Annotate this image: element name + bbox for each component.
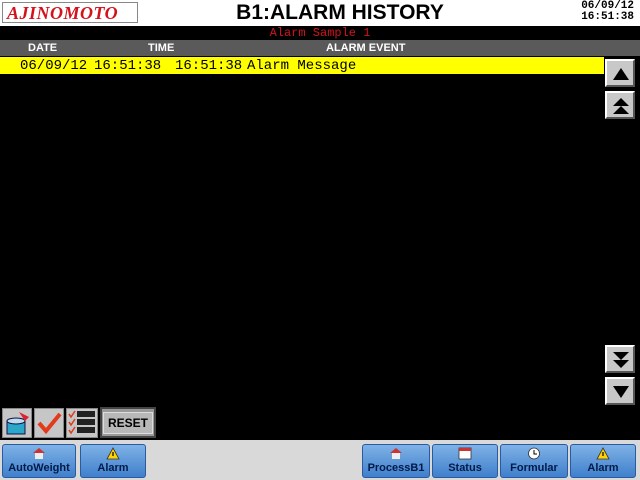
nav-label: Alarm: [587, 462, 619, 474]
arrow-up-icon: [613, 68, 629, 80]
clock-icon: [528, 447, 540, 460]
nav-label: Status: [448, 462, 482, 474]
alarm-time: 16:51:38: [94, 58, 162, 74]
column-header-time: TIME: [148, 42, 175, 54]
scroll-up-button[interactable]: [605, 59, 635, 87]
nav-label: Formular: [510, 462, 558, 474]
alarm-event-time: 16:51:38: [175, 58, 243, 74]
nav-autoweight-button[interactable]: AutoWeight: [2, 444, 76, 478]
column-header-event: ALARM EVENT: [326, 42, 406, 54]
nav-label: Alarm: [97, 462, 129, 474]
nav-status-button[interactable]: Status: [432, 444, 498, 478]
column-header-bar: DATE TIME ALARM EVENT: [0, 40, 640, 56]
calendar-icon: [458, 447, 472, 460]
acknowledge-all-button[interactable]: [66, 408, 98, 438]
alarm-date: 06/09/12: [20, 58, 88, 74]
alarm-group-title: Alarm Sample 1: [269, 26, 371, 40]
company-logo: AJINOMOTO: [2, 2, 138, 23]
header: AJINOMOTO B1:ALARM HISTORY 06/09/12 16:5…: [0, 0, 640, 26]
house-icon: [33, 448, 45, 459]
logo-text: AJINOMOTO: [7, 3, 119, 23]
nav-label: AutoWeight: [8, 462, 70, 474]
column-header-date: DATE: [28, 42, 58, 54]
reset-button[interactable]: RESET: [100, 407, 156, 438]
nav-processb1-button[interactable]: ProcessB1: [362, 444, 430, 478]
nav-label: ProcessB1: [367, 462, 425, 474]
checkmark-icon: [37, 412, 62, 435]
nav-formular-button[interactable]: Formular: [500, 444, 568, 478]
reset-label: RESET: [102, 412, 153, 434]
acknowledge-button[interactable]: [34, 408, 64, 438]
page-up-button[interactable]: [605, 91, 635, 119]
bucket-icon: [6, 412, 29, 435]
double-arrow-down-icon: [613, 352, 629, 368]
alarm-row[interactable]: 06/09/12 16:51:38 16:51:38 Alarm Message: [0, 57, 604, 74]
nav-alarm-button[interactable]: Alarm: [80, 444, 146, 478]
nav-alarm-button-2[interactable]: Alarm: [570, 444, 636, 478]
current-time: 16:51:38: [581, 11, 634, 23]
page-down-button[interactable]: [605, 345, 635, 373]
warning-icon: [596, 447, 610, 460]
clock-display: 06/09/12 16:51:38: [581, 1, 634, 23]
page-title: B1:ALARM HISTORY: [236, 1, 444, 24]
warning-icon: [106, 447, 120, 460]
arrow-down-icon: [613, 386, 629, 398]
check-list-icon: [68, 410, 95, 435]
double-arrow-up-icon: [613, 98, 629, 114]
alarm-message: Alarm Message: [247, 58, 357, 74]
scroll-down-button[interactable]: [605, 377, 635, 405]
clear-alarms-button[interactable]: [2, 408, 32, 438]
house-icon: [390, 448, 402, 459]
